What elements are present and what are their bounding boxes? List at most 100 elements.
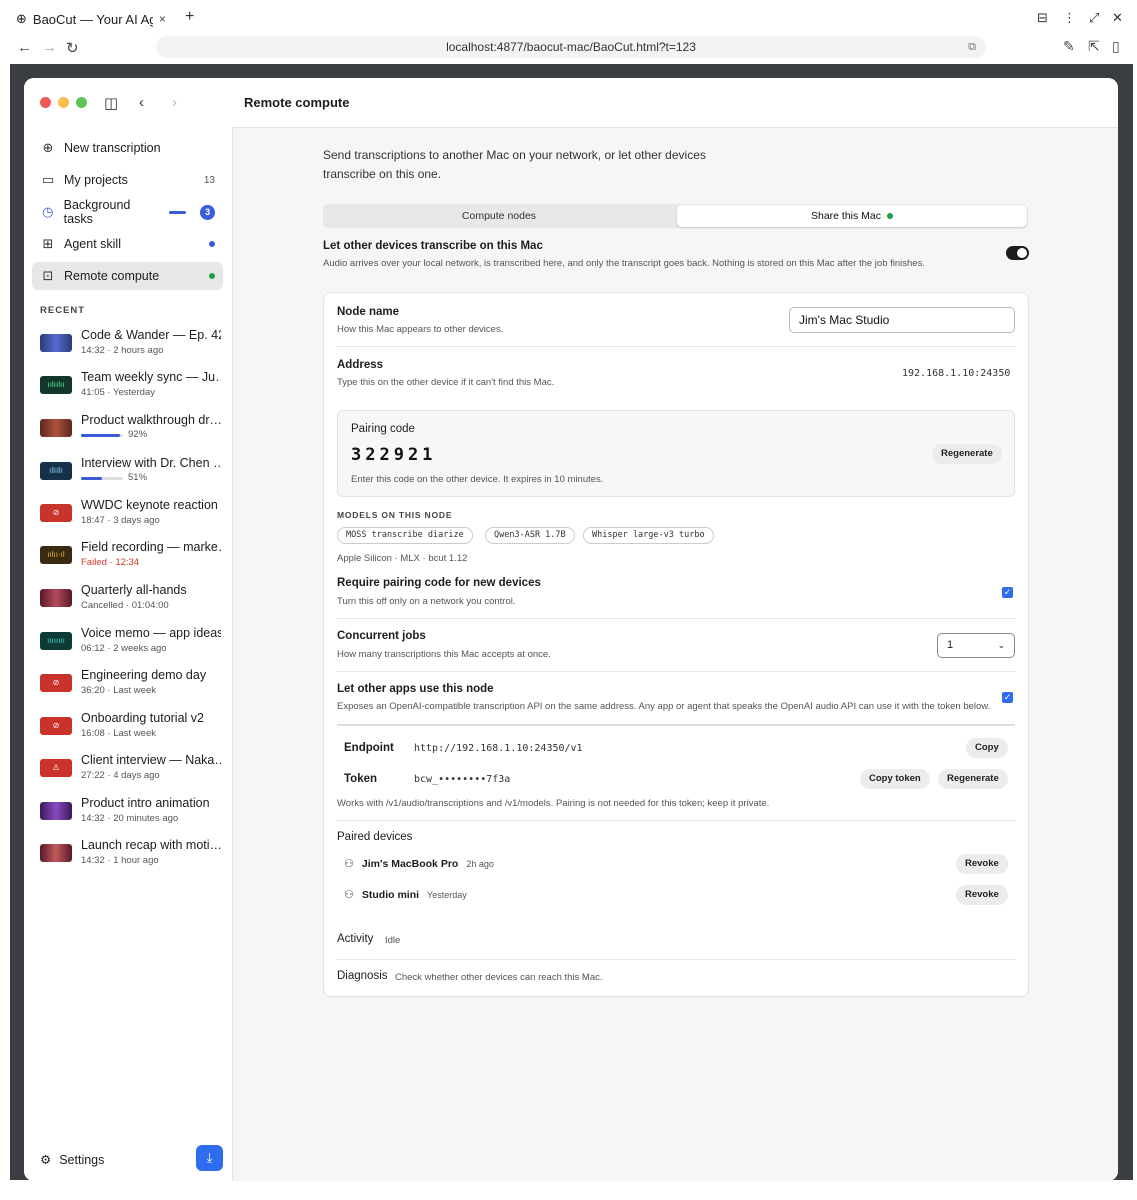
recent-item[interactable]: ıııııııı Voice memo — app ideas 06:12 · … [40, 626, 221, 666]
recent-item[interactable]: ⚠ Client interview — Naka… 27:22 · 4 day… [40, 753, 221, 793]
recent-item[interactable]: ⊘ WWDC keynote reaction 18:47 · 3 days a… [40, 498, 220, 538]
status-dot [887, 213, 894, 220]
recent-title: Client interview — Naka… [81, 753, 221, 767]
recent-title: Product walkthrough dr… [81, 413, 221, 427]
concurrent-select[interactable]: 1 ⌄ [937, 633, 1015, 658]
recent-heading: RECENT [40, 305, 86, 316]
device-name: Jim's MacBook Pro [361, 857, 459, 870]
recent-item[interactable]: ıılıı·ıl Field recording — marke… Failed… [40, 540, 221, 580]
nav-my-projects[interactable]: ▭ My projects 13 [32, 166, 223, 194]
share-toggle[interactable] [1006, 246, 1029, 260]
tab-share-this-mac[interactable]: Share this Mac [677, 205, 1027, 227]
thumbnail [40, 334, 72, 352]
tab-compute-nodes[interactable]: Compute nodes [323, 204, 675, 228]
settings-label: Settings [59, 1152, 105, 1167]
tab-close-icon[interactable]: × [159, 12, 166, 26]
forward-arrow-icon[interactable]: → [42, 39, 57, 56]
browser-tab[interactable]: ⊕ BaoCut — Your AI Ager × [10, 6, 178, 32]
recent-meta: 14:32 · 20 minutes ago [81, 813, 179, 824]
nav-remote-compute[interactable]: ⊡ Remote compute [32, 262, 223, 290]
open-external-icon[interactable]: ⧉ [968, 36, 976, 58]
waveform-icon: ıılıılıı [40, 376, 72, 394]
progress-percent: 51% [128, 472, 148, 483]
forward-icon[interactable]: › [172, 94, 177, 111]
regenerate-code-button[interactable]: Regenerate [932, 444, 1002, 464]
model-chip: Qwen3-ASR 1.7B [485, 527, 575, 544]
person-icon: ⚇ [344, 889, 354, 901]
require-pairing-checkbox[interactable]: ✓ [1002, 587, 1013, 598]
recent-title: Team weekly sync — Ju… [81, 370, 221, 384]
broken-link-icon: ⊘ [40, 717, 72, 735]
minimize-light[interactable] [58, 97, 69, 108]
nav-background-tasks[interactable]: ◷ Background tasks 3 [32, 198, 223, 226]
node-name-input[interactable]: Jim's Mac Studio [789, 307, 1015, 333]
recent-meta: Cancelled · 01:04:00 [81, 600, 169, 611]
recent-meta: 36:20 · Last week [81, 685, 156, 696]
cursor-icon[interactable]: ⇱ [1088, 38, 1100, 55]
recent-meta: 41:05 · Yesterday [81, 387, 155, 398]
zoom-light[interactable] [76, 97, 87, 108]
recent-item[interactable]: Quarterly all-hands Cancelled · 01:04:00 [40, 583, 220, 623]
recent-item[interactable]: Product walkthrough dr… 92% [40, 413, 221, 453]
other-apps-checkbox[interactable]: ✓ [1002, 692, 1013, 703]
progress-bar [81, 477, 123, 480]
progress-bar [81, 434, 123, 437]
segmented-control: Compute nodes Share this Mac [323, 204, 1028, 228]
broken-link-icon: ⊘ [40, 674, 72, 692]
nav-label: My projects [64, 173, 128, 187]
endpoint-value: http://192.168.1.10:24350/v1 [414, 743, 583, 754]
recent-item[interactable]: ⊘ Onboarding tutorial v2 16:08 · Last we… [40, 711, 220, 751]
copy-endpoint-button[interactable]: Copy [966, 738, 1008, 758]
regenerate-token-button[interactable]: Regenerate [938, 769, 1008, 789]
diagnosis-value[interactable]: Check whether other devices can reach th… [395, 972, 603, 983]
browser-tabbar: ⊕ BaoCut — Your AI Ager × + ⊟ ⋮ ⤢ ✕ [0, 0, 1137, 36]
device-icon[interactable]: ▯ [1112, 38, 1120, 55]
pen-icon[interactable]: ✎ [1063, 38, 1075, 55]
divider [337, 724, 1015, 726]
nav-label: Remote compute [64, 269, 160, 283]
nav-new-transcription[interactable]: ⊕ New transcription [32, 134, 223, 162]
settings-button[interactable]: ⚙ Settings [40, 1152, 105, 1168]
recent-item[interactable]: Launch recap with moti… 14:32 · 1 hour a… [40, 838, 221, 878]
select-value: 1 [947, 639, 954, 651]
back-icon[interactable]: ‹ [139, 94, 144, 111]
close-window-icon[interactable]: ✕ [1112, 10, 1123, 26]
recent-item[interactable]: ıllıllı Interview with Dr. Chen … 51% [40, 456, 221, 496]
recent-item[interactable]: Product intro animation 14:32 · 20 minut… [40, 796, 220, 836]
recent-title: Launch recap with moti… [81, 838, 221, 852]
revoke-button[interactable]: Revoke [956, 885, 1008, 905]
recent-title: Code & Wander — Ep. 42… [81, 328, 221, 342]
pairing-code: 322921 [351, 445, 437, 465]
copy-token-button[interactable]: Copy token [860, 769, 930, 789]
nav-agent-skill[interactable]: ⊞ Agent skill [32, 230, 223, 258]
recent-meta: 14:32 · 1 hour ago [81, 855, 159, 866]
revoke-button[interactable]: Revoke [956, 854, 1008, 874]
recent-item[interactable]: ıılıılıı Team weekly sync — Ju… 41:05 · … [40, 370, 221, 410]
model-chip: MOSS transcribe diarize [337, 527, 473, 544]
other-apps-label: Let other apps use this node [337, 683, 494, 695]
recent-item[interactable]: ⊘ Engineering demo day 36:20 · Last week [40, 668, 220, 708]
close-light[interactable] [40, 97, 51, 108]
back-arrow-icon[interactable]: ← [17, 39, 32, 56]
new-tab-button[interactable]: + [185, 8, 194, 26]
maximize-icon[interactable]: ⤢ [1089, 10, 1099, 26]
grid-icon: ⊞ [42, 236, 54, 251]
node-name-desc: How this Mac appears to other devices. [337, 324, 504, 335]
url-field[interactable]: localhost:4877/baocut-mac/BaoCut.html?t=… [156, 36, 986, 58]
page-header: Remote compute [232, 78, 1118, 128]
app-window: ◫ ‹ › ⊕ New transcription ▭ My projects … [24, 78, 1118, 1181]
divider [337, 618, 1015, 619]
tab-title: BaoCut — Your AI Ager [32, 11, 153, 27]
reload-icon[interactable]: ↻ [66, 39, 79, 57]
nav-label: New transcription [64, 141, 161, 155]
recent-title: Onboarding tutorial v2 [81, 711, 204, 725]
sidebar-toggle-icon[interactable]: ◫ [104, 94, 118, 112]
recent-item[interactable]: Code & Wander — Ep. 42… 14:32 · 2 hours … [40, 328, 221, 368]
tab-label: Share this Mac [810, 210, 882, 222]
endpoint-label: Endpoint [344, 742, 394, 754]
token-note: Works with /v1/audio/transcriptions and … [337, 798, 770, 809]
download-icon[interactable]: ⤓ [196, 1145, 223, 1171]
gear-icon: ⚙ [40, 1153, 52, 1167]
more-icon[interactable]: ⋮ [1063, 10, 1076, 26]
tab-search-icon[interactable]: ⊟ [1037, 10, 1048, 26]
